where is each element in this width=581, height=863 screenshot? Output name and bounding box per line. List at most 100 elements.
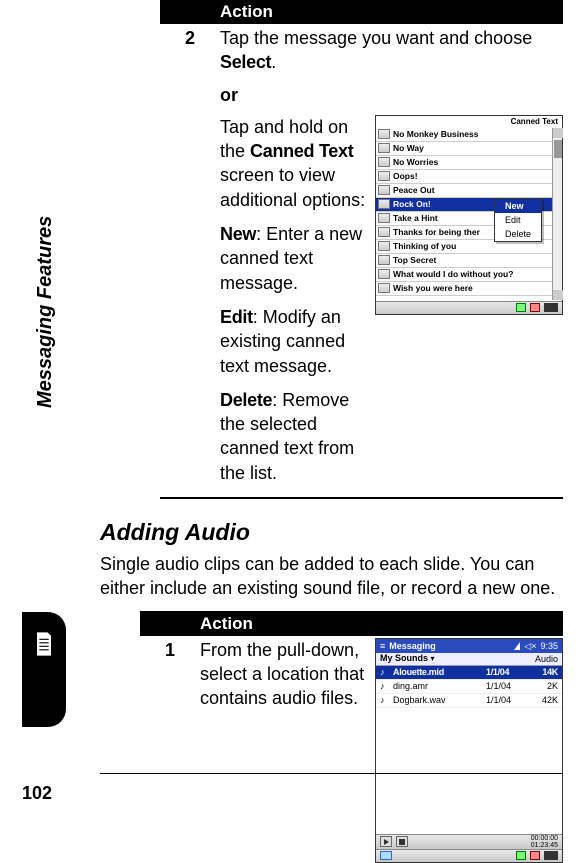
canned-list-label: Peace Out [393,185,435,196]
home-icon[interactable] [380,851,392,860]
section-heading-adding-audio: Adding Audio [100,519,563,546]
audio-time-current: 00:00:00 [531,835,558,842]
canned-list-item[interactable]: No Way [376,142,552,156]
step2-or: or [220,83,563,107]
step-number-2: 2 [160,26,220,485]
cancel-icon[interactable] [530,851,540,860]
canned-list-item[interactable]: What would I do without you? [376,268,552,282]
ok-icon[interactable] [516,851,526,860]
scrollbar[interactable] [552,128,562,300]
table-rule-1 [160,497,563,499]
canned-list-label: Top Secret [393,255,436,266]
bubble-icon [378,157,390,167]
context-menu-item[interactable]: Edit [495,213,541,227]
canned-bottombar [376,301,562,314]
audio-file-row[interactable]: ♪Alouette.mid1/1/0414K [376,666,562,680]
canned-list-item[interactable]: No Worries [376,156,552,170]
signal-icon [514,642,520,650]
bubble-icon [378,199,390,209]
dropdown-right-label: Audio [535,653,558,665]
play-icon [384,839,389,845]
scroll-thumb[interactable] [554,140,562,158]
speaker-icon: ◁× [524,640,536,652]
keyboard-icon[interactable] [544,851,558,860]
audio-app-title: Messaging [389,640,436,652]
stop-button[interactable] [396,836,408,847]
chapter-tab [22,612,66,727]
step2-text-a: Tap the message you want and choose [220,28,532,48]
audio-system-bar [376,849,562,862]
canned-text-screenshot: Canned Text No Monkey BusinessNo WayNo W… [375,115,563,315]
step-2-body: Tap the message you want and choose Sele… [220,26,563,485]
bubble-icon [378,241,390,251]
audio-date: 1/1/04 [486,666,530,678]
canned-list-item[interactable]: Peace Out [376,184,552,198]
audio-size: 2K [530,680,558,692]
select-key: Select [220,52,271,72]
canned-list-item[interactable]: Oops! [376,170,552,184]
action-header-2: Action [140,612,563,636]
cancel-icon[interactable] [530,303,540,312]
canned-list-label: Thinking of you [393,241,456,252]
play-button[interactable] [380,836,392,847]
audio-filename: ding.amr [393,680,486,692]
bubble-icon [378,171,390,181]
section-paragraph: Single audio clips can be added to each … [100,552,563,601]
canned-list-label: Wish you were here [393,283,473,294]
canned-list-item[interactable]: No Monkey Business [376,128,552,142]
scroll-up-icon[interactable] [553,128,563,138]
step-number-1: 1 [140,638,200,863]
page-bottom-rule [100,773,563,774]
context-menu-item[interactable]: New [495,199,541,213]
ok-icon[interactable] [516,303,526,312]
canned-list-label: Thanks for being ther [393,227,480,238]
chevron-down-icon: ▾ [431,654,435,663]
music-note-icon: ♪ [380,694,390,706]
context-menu-item[interactable]: Delete [495,227,541,241]
hold-b: screen to view additional options: [220,165,365,209]
bubble-icon [378,185,390,195]
opt-edit-key: Edit [220,307,253,327]
audio-file-row[interactable]: ♪Dogbark.wav1/1/0442K [376,694,562,708]
canned-list-label: Oops! [393,171,418,182]
bubble-icon [378,255,390,265]
action-header-1: Action [160,0,563,24]
bubble-icon [378,227,390,237]
audio-titlebar: ≡ Messaging ◁× 9:35 [376,639,562,653]
context-menu[interactable]: NewEditDelete [494,198,542,242]
canned-text-key: Canned Text [250,141,353,161]
bubble-icon [378,283,390,293]
audio-location-dropdown[interactable]: My Sounds ▾ Audio [376,653,562,666]
audio-file-list[interactable]: ♪Alouette.mid1/1/0414K♪ding.amr1/1/042K♪… [376,666,562,834]
scroll-down-icon[interactable] [553,290,563,300]
audio-filename: Alouette.mid [393,666,486,678]
audio-date: 1/1/04 [486,694,530,706]
bubble-icon [378,213,390,223]
opt-delete-key: Delete [220,390,272,410]
audio-size: 14K [530,666,558,678]
side-tab-label: Messaging Features [34,216,57,408]
canned-list-item[interactable]: Wish you were here [376,282,552,296]
bubble-icon [378,129,390,139]
app-menu-icon[interactable]: ≡ [380,640,385,652]
keyboard-icon[interactable] [544,303,558,312]
audio-time-readout: 00:00:00 01:23:45 [531,835,558,849]
bubble-icon [378,269,390,279]
music-note-icon: ♪ [380,680,390,692]
audio-control-bar: 00:00:00 01:23:45 [376,834,562,849]
canned-list-label: No Way [393,143,424,154]
canned-list-label: Take a Hint [393,213,438,224]
bubble-icon [378,143,390,153]
audio-time-total: 01:23:45 [531,842,558,849]
dropdown-label: My Sounds [380,653,428,663]
audio-file-row[interactable]: ♪ding.amr1/1/042K [376,680,562,694]
music-note-icon: ♪ [380,666,390,678]
step1-text: From the pull-down, select a location th… [200,638,367,863]
stop-icon [399,839,405,845]
audio-filename: Dogbark.wav [393,694,486,706]
canned-list-item[interactable]: Top Secret [376,254,552,268]
canned-list-label: No Monkey Business [393,129,479,140]
opt-new-key: New [220,224,256,244]
audio-screenshot: ≡ Messaging ◁× 9:35 [375,638,563,863]
canned-list-label: Rock On! [393,199,431,210]
